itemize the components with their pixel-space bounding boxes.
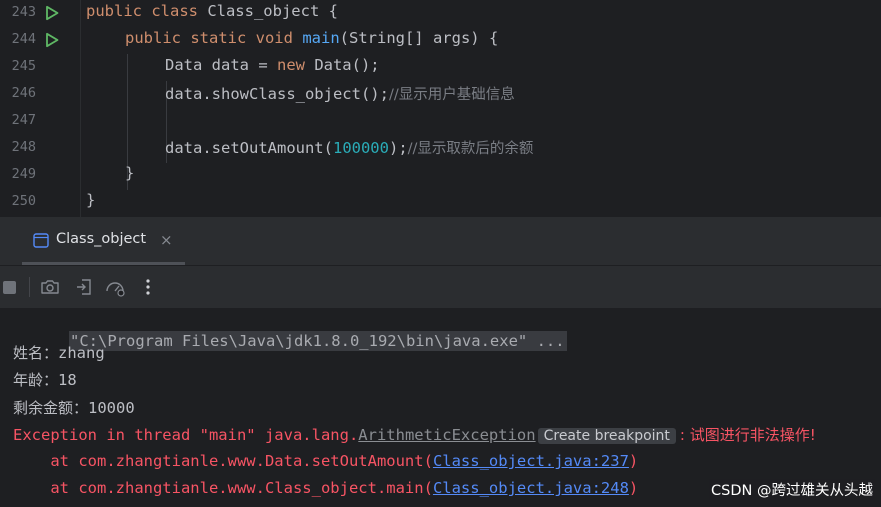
more-options-button[interactable] — [137, 276, 159, 298]
code-text: public class Class_object { — [86, 2, 338, 20]
line-number: 248 — [11, 139, 36, 155]
line-number: 250 — [11, 193, 36, 209]
code-text: } — [125, 164, 135, 182]
line-number: 245 — [11, 58, 36, 74]
close-icon[interactable]: × — [160, 231, 173, 249]
toolbar-separator — [29, 277, 30, 297]
code-line: 245 Data data = new Data(); — [0, 54, 881, 81]
source-link[interactable]: Class_object.java:248 — [433, 479, 629, 497]
stack-trace-line: at com.zhangtianle.www.Class_object.main… — [13, 479, 639, 497]
line-number: 249 — [11, 166, 36, 182]
stop-button[interactable] — [0, 276, 20, 298]
line-number: 246 — [11, 85, 36, 101]
code-text: data.setOutAmount(100000);//显示取款后的余额 — [165, 139, 534, 157]
stack-trace-line: at com.zhangtianle.www.Data.setOutAmount… — [13, 452, 639, 470]
code-line: 247 — [0, 108, 881, 135]
camera-icon — [41, 280, 59, 294]
line-number: 243 — [11, 4, 36, 20]
code-editor[interactable]: 243 public class Class_object { 244 publ… — [0, 0, 881, 217]
output-balance-line: 剩余金额：10000 — [13, 399, 135, 417]
exit-icon — [77, 279, 91, 295]
code-line: 246 data.showClass_object();//显示用户基础信息 — [0, 81, 881, 108]
source-link[interactable]: Class_object.java:237 — [433, 452, 629, 470]
exit-button[interactable] — [73, 276, 95, 298]
run-toolbar — [0, 266, 881, 308]
console-icon — [33, 233, 49, 248]
run-tab-bar: Class_object × — [0, 217, 881, 266]
code-line: 244 public static void main(String[] arg… — [0, 27, 881, 54]
console-output[interactable]: "C:\Program Files\Java\jdk1.8.0_192\bin\… — [0, 308, 881, 507]
gauge-icon — [106, 282, 125, 297]
code-text: } — [86, 191, 96, 209]
output-age-line: 年龄：18 — [13, 371, 77, 389]
run-icon[interactable] — [44, 32, 60, 48]
output-name-line: 姓名：zhang — [13, 344, 105, 362]
more-vertical-icon — [146, 279, 150, 295]
ide-window: 243 public class Class_object { 244 publ… — [0, 0, 881, 507]
stop-icon — [3, 281, 16, 294]
code-text: Data data = new Data(); — [165, 56, 380, 74]
exception-line: Exception in thread "main" java.lang.Ari… — [13, 426, 816, 444]
profiler-button[interactable] — [104, 276, 126, 298]
exception-class-link[interactable]: ArithmeticException — [358, 426, 535, 444]
tab-class-object[interactable]: Class_object × — [22, 217, 185, 265]
code-text: public static void main(String[] args) { — [125, 29, 499, 47]
code-line: 250 } — [0, 189, 881, 216]
code-line: 243 public class Class_object { — [0, 0, 881, 27]
code-text: data.showClass_object();//显示用户基础信息 — [165, 85, 515, 103]
run-icon[interactable] — [44, 5, 60, 21]
watermark: CSDN @跨过雄关从头越 — [709, 479, 875, 500]
code-line: 248 data.setOutAmount(100000);//显示取款后的余额 — [0, 135, 881, 162]
tab-label: Class_object — [56, 231, 147, 247]
screenshot-button[interactable] — [39, 276, 61, 298]
line-number: 244 — [11, 31, 36, 47]
tab-underline — [22, 262, 185, 265]
create-breakpoint-button[interactable]: Create breakpoint — [537, 428, 676, 444]
line-number: 247 — [11, 112, 36, 128]
code-line: 249 } — [0, 162, 881, 189]
